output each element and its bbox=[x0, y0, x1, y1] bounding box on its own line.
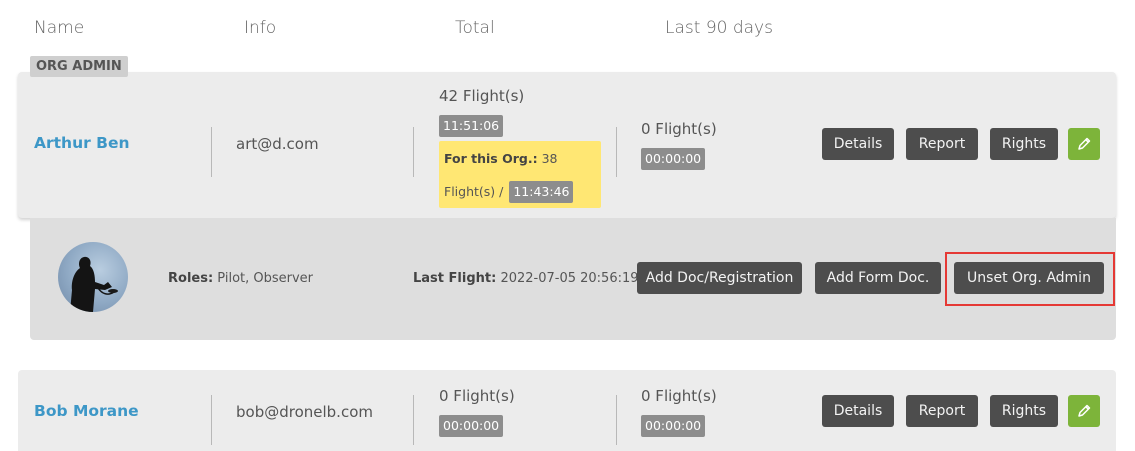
last-flight-label: Last Flight: bbox=[413, 271, 497, 286]
edit-button[interactable] bbox=[1068, 128, 1100, 160]
org-admin-tag: ORG ADMIN bbox=[30, 56, 128, 77]
pencil-icon bbox=[1078, 137, 1091, 150]
last90-time-badge: 00:00:00 bbox=[641, 148, 706, 170]
report-button[interactable]: Report bbox=[906, 128, 978, 160]
details-button[interactable]: Details bbox=[822, 128, 894, 160]
roles-label: Roles: bbox=[168, 271, 214, 286]
column-header-last-90-days: Last 90 days bbox=[665, 18, 773, 38]
user-email: bob@dronelb.com bbox=[236, 403, 373, 421]
last90-flights: 0 Flight(s) bbox=[641, 387, 717, 405]
org-flights-box: For this Org.: 38 Flight(s) / 11:43:46 bbox=[439, 141, 601, 208]
column-header-info: Info bbox=[244, 18, 277, 38]
rights-button[interactable]: Rights bbox=[990, 395, 1058, 427]
user-row-arthur-ben: Arthur Ben art@d.com 42 Flight(s) 11:51:… bbox=[18, 72, 1116, 218]
last-flight-value: 2022-07-05 20:56:19 bbox=[500, 271, 639, 286]
org-flights-label: For this Org.: bbox=[444, 151, 538, 166]
last-flight-text: Last Flight: 2022-07-05 20:56:19 bbox=[413, 271, 639, 286]
total-flights: 42 Flight(s) bbox=[439, 87, 525, 105]
total-time-badge: 11:51:06 bbox=[439, 115, 504, 137]
add-doc-registration-button[interactable]: Add Doc/Registration bbox=[637, 262, 802, 294]
column-divider bbox=[413, 127, 414, 177]
highlight-annotation bbox=[945, 252, 1115, 306]
column-header-name: Name bbox=[34, 18, 85, 38]
last90-time-badge: 00:00:00 bbox=[641, 415, 706, 437]
roles-value: Pilot, Observer bbox=[217, 271, 314, 286]
user-avatar bbox=[58, 242, 128, 312]
user-name-link[interactable]: Bob Morane bbox=[34, 402, 139, 420]
edit-button[interactable] bbox=[1068, 395, 1100, 427]
add-form-doc-button[interactable]: Add Form Doc. bbox=[815, 262, 941, 294]
roles-text: Roles: Pilot, Observer bbox=[168, 271, 313, 286]
org-flights-count: For this Org.: 38 bbox=[444, 151, 557, 166]
user-name-link[interactable]: Arthur Ben bbox=[34, 134, 130, 152]
org-flights-value: 38 bbox=[541, 151, 558, 166]
column-divider bbox=[211, 127, 212, 177]
total-time-badge: 00:00:00 bbox=[439, 415, 504, 437]
column-header-total: Total bbox=[455, 18, 495, 38]
org-flights-prefix: Flight(s) / bbox=[444, 184, 504, 199]
rights-button[interactable]: Rights bbox=[990, 128, 1058, 160]
column-divider bbox=[211, 395, 212, 445]
org-time-badge: 11:43:46 bbox=[509, 181, 574, 203]
user-email: art@d.com bbox=[236, 135, 319, 153]
total-flights: 0 Flight(s) bbox=[439, 387, 515, 405]
pilot-silhouette-icon bbox=[70, 256, 118, 312]
column-divider bbox=[616, 127, 617, 177]
user-row-bob-morane: Bob Morane bob@dronelb.com 0 Flight(s) 0… bbox=[18, 370, 1116, 451]
pencil-icon bbox=[1078, 404, 1091, 417]
report-button[interactable]: Report bbox=[906, 395, 978, 427]
column-divider bbox=[616, 395, 617, 445]
column-divider bbox=[413, 395, 414, 445]
details-button[interactable]: Details bbox=[822, 395, 894, 427]
org-flights-time-row: Flight(s) / 11:43:46 bbox=[444, 181, 574, 203]
last90-flights: 0 Flight(s) bbox=[641, 120, 717, 138]
